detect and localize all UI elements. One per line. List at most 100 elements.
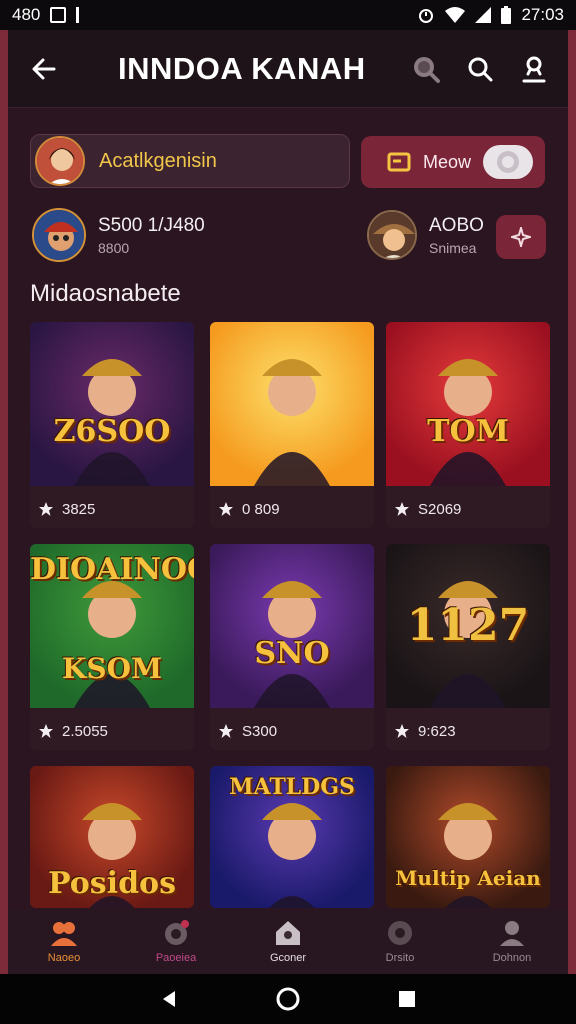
avatar (35, 136, 85, 186)
profile-card[interactable]: Acatlkgenisin (30, 134, 350, 188)
nav-item-games[interactable]: Paoeiea (120, 910, 232, 964)
nav-item-discover[interactable]: Drsito (344, 910, 456, 964)
mode-toggle[interactable] (483, 145, 533, 179)
star-icon (395, 502, 409, 516)
profile-name: Acatlkgenisin (99, 149, 217, 172)
magnifier-icon (468, 57, 493, 81)
user-icon (522, 56, 546, 82)
search-icon (414, 56, 440, 83)
star-icon (39, 502, 53, 516)
game-thumbnail: DIOAINOO KSOM (30, 544, 194, 708)
search-button[interactable] (410, 53, 442, 85)
back-button[interactable] (26, 51, 62, 87)
stat-left-avatar (32, 208, 86, 262)
game-title-art: Z6SOO (53, 414, 171, 449)
star-icon (395, 724, 409, 738)
game-card[interactable]: Multip Aeian (386, 766, 550, 908)
game-value: 9:623 (418, 722, 456, 740)
nav-item-center[interactable]: Gconer (232, 910, 344, 964)
game-thumbnail: 1127 (386, 544, 550, 708)
game-card[interactable]: SNO S300 (210, 544, 374, 750)
stat-right-value: AOBO (429, 214, 484, 236)
back-triangle-icon[interactable] (159, 989, 179, 1009)
wallet-icon (387, 152, 411, 172)
house-icon (273, 918, 303, 948)
search-alt-button[interactable] (464, 53, 496, 85)
nav-item-home[interactable]: Naoeo (8, 910, 120, 964)
game-value: S300 (242, 722, 278, 740)
stat-left: S500 1/J480 8800 (32, 208, 205, 262)
game-card-footer: 9:623 (386, 712, 550, 750)
toggle-knob-icon (497, 151, 519, 173)
game-value: 0 809 (242, 500, 280, 518)
star-icon (219, 502, 233, 516)
game-title-art: Multip Aeian (395, 866, 541, 890)
system-navigation (0, 974, 576, 1024)
game-card[interactable]: TOM S2069 (386, 322, 550, 528)
nav-label-discover: Drsito (385, 952, 415, 964)
game-card-footer: 3825 (30, 490, 194, 528)
status-bar: 480 27:03 (0, 0, 576, 30)
home-circle-icon[interactable] (276, 987, 300, 1011)
game-title-art: MATLDGS (229, 774, 355, 800)
stat-right: AOBO Snimea (367, 210, 484, 260)
game-card-footer: S300 (210, 712, 374, 750)
nav-label-home: Naoeo (47, 952, 81, 964)
game-card-footer: 2.5055 (30, 712, 194, 750)
stat-right-sub: Snimea (429, 239, 477, 256)
game-title-art: DIOAINOO (30, 552, 194, 587)
game-card-footer: 0 809 (210, 490, 374, 528)
game-character-icon (254, 359, 330, 486)
wifi-icon (445, 7, 466, 23)
game-card[interactable]: MATLDGS (210, 766, 374, 908)
sparkle-icon (511, 227, 531, 247)
game-title-art: Posidos (48, 866, 176, 901)
compass-icon (385, 918, 415, 948)
game-character-icon (74, 359, 150, 486)
page-title: INNDOA KANAH (118, 50, 366, 86)
stat-right-avatar (367, 210, 417, 260)
cell-signal-icon (475, 7, 492, 23)
nav-label-center: Gconer (269, 952, 307, 964)
mode-toggle-card[interactable]: Meow (361, 136, 545, 188)
alarm-icon (419, 9, 434, 23)
arrow-left-icon (32, 58, 56, 79)
nav-label-profile: Dohnon (492, 952, 532, 964)
status-left-text: 480 (12, 5, 41, 24)
game-thumbnail: Multip Aeian (386, 766, 550, 908)
game-card[interactable]: Posidos (30, 766, 194, 908)
game-card[interactable]: Z6SOO 3825 (30, 322, 194, 528)
game-character-icon (254, 581, 330, 708)
game-thumbnail: Z6SOO (30, 322, 194, 486)
star-icon (219, 724, 233, 738)
game-thumbnail: TOM (386, 322, 550, 486)
game-title-art: 1127 (406, 600, 530, 651)
game-value: 2.5055 (62, 722, 108, 740)
rewards-button[interactable] (496, 215, 546, 259)
game-subtitle-art: KSOM (62, 652, 162, 685)
notification-icon (50, 7, 67, 23)
game-card[interactable]: 0 809 (210, 322, 374, 528)
stat-left-value: S500 1/J480 (98, 214, 205, 236)
game-value: 3825 (62, 500, 96, 518)
signal-bar-icon (76, 7, 80, 23)
game-character-icon (430, 359, 506, 486)
game-title-art: SNO (254, 636, 330, 671)
game-thumbnail: SNO (210, 544, 374, 708)
section-title: Midaosnabete (30, 280, 181, 307)
game-card[interactable]: DIOAINOO KSOM 2.5055 (30, 544, 194, 750)
game-value: S2069 (418, 500, 462, 518)
game-card-footer: S2069 (386, 490, 550, 528)
home-icon (49, 918, 79, 948)
battery-icon (501, 6, 512, 24)
recents-square-icon[interactable] (397, 989, 417, 1009)
nav-item-profile[interactable]: Dohnon (456, 910, 568, 964)
stat-left-sub: 8800 (98, 239, 130, 256)
target-icon (161, 918, 191, 948)
profile-icon (497, 918, 527, 948)
status-time: 27:03 (521, 5, 564, 24)
game-thumbnail: Posidos (30, 766, 194, 908)
game-card[interactable]: 1127 9:623 (386, 544, 550, 750)
star-icon (39, 724, 53, 738)
account-button[interactable] (518, 53, 550, 85)
